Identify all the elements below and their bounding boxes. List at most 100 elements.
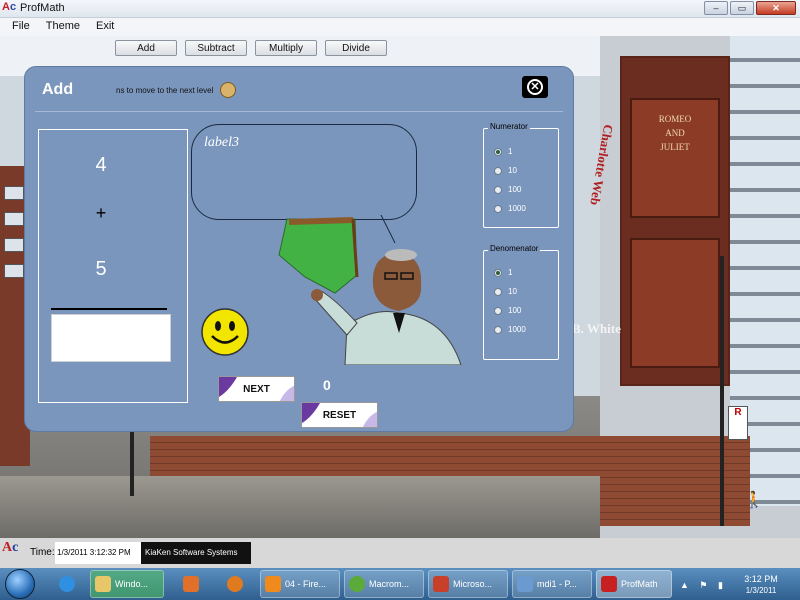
numerator-option[interactable]: 100: [494, 185, 521, 194]
next-label: NEXT: [243, 383, 270, 395]
bubble-label: label3: [204, 135, 239, 150]
option-label: 10: [508, 287, 517, 296]
status-logo-icon: Ac: [2, 540, 19, 555]
vlc-icon: [265, 576, 281, 592]
start-button[interactable]: [5, 569, 35, 599]
numerator-option[interactable]: 1: [494, 147, 512, 156]
powerpoint-icon: [433, 576, 449, 592]
denominator-group: Denomenator 1 10 100 1000: [483, 244, 559, 360]
answer-divider: [51, 308, 167, 310]
firefox-icon: [227, 576, 243, 592]
radio[interactable]: [494, 166, 502, 175]
radio-selected[interactable]: [494, 147, 502, 156]
task-label: ProfMath: [621, 579, 658, 589]
subtract-button[interactable]: Subtract: [185, 40, 247, 56]
task-label: Microso...: [453, 579, 493, 589]
math-panel: Add ns to move to the next level ✕ 4 + 5…: [24, 66, 574, 432]
minimize-button[interactable]: –: [704, 1, 728, 15]
pirate-icon: [220, 82, 236, 98]
radio[interactable]: [494, 287, 502, 296]
menu-exit[interactable]: Exit: [88, 18, 122, 36]
radio-selected[interactable]: [494, 268, 502, 277]
radio[interactable]: [494, 204, 502, 213]
clock-time[interactable]: 3:12 PM: [736, 574, 786, 584]
taskbar-item-microsoft[interactable]: Microso...: [428, 570, 508, 598]
add-button[interactable]: Add: [115, 40, 177, 56]
book-title-2: AND: [665, 128, 685, 138]
status-bar: Ac Time: 1/3/2011 3:12:32 PM KiaKen Soft…: [0, 538, 800, 568]
radio[interactable]: [494, 185, 502, 194]
first-number: 4: [95, 154, 107, 176]
denominator-option[interactable]: 10: [494, 287, 517, 296]
taskbar-item-profmath[interactable]: ProfMath: [596, 570, 672, 598]
menu-bar: File Theme Exit: [0, 18, 800, 36]
taskbar-item-firefox[interactable]: 04 - Fire...: [260, 570, 340, 598]
denominator-option[interactable]: 1000: [494, 325, 526, 334]
task-label: Windo...: [115, 579, 149, 589]
taskbar-firefox[interactable]: [216, 570, 254, 598]
clock-date[interactable]: 1/3/2011: [736, 586, 786, 595]
divide-button[interactable]: Divide: [325, 40, 387, 56]
option-label: 1: [508, 147, 513, 156]
radio[interactable]: [494, 325, 502, 334]
option-label: 100: [508, 185, 522, 194]
taskbar-item-paint[interactable]: mdi1 - P...: [512, 570, 592, 598]
level-hint: ns to move to the next level: [116, 86, 214, 95]
panel-title: Add: [42, 81, 74, 98]
taskbar-media[interactable]: [172, 570, 210, 598]
numerator-option[interactable]: 10: [494, 166, 517, 175]
street: [0, 476, 600, 538]
tray-icons[interactable]: ▲ ⚑ ▮: [680, 580, 727, 591]
lamp-post: [720, 256, 724, 526]
operation-toolbar: Add Subtract Multiply Divide: [115, 40, 387, 56]
profmath-icon: [601, 576, 617, 592]
reset-label: RESET: [322, 409, 357, 421]
no-parking-sign: R: [728, 406, 748, 440]
time-label: Time:: [30, 547, 55, 558]
title-bar: Ac ProfMath – ▭ ✕: [0, 0, 800, 18]
speech-bubble: label3: [191, 124, 417, 220]
divider: [35, 111, 563, 112]
close-circle-icon: ✕: [527, 79, 543, 95]
taskbar-item-windows[interactable]: Windo...: [90, 570, 164, 598]
operator-sign: +: [95, 203, 107, 223]
radio[interactable]: [494, 306, 502, 315]
second-number: 5: [95, 258, 107, 280]
app-logo-icon: Ac: [2, 1, 17, 13]
author-sign-text: B. White: [572, 321, 621, 336]
book-title-3: JULIET: [660, 142, 690, 152]
taskbar-item-macromedia[interactable]: Macrom...: [344, 570, 424, 598]
menu-theme[interactable]: Theme: [38, 18, 88, 36]
reset-button[interactable]: RESET: [301, 402, 378, 428]
problem-box: 4 + 5: [38, 129, 188, 403]
paint-icon: [517, 576, 533, 592]
denominator-option[interactable]: 100: [494, 306, 521, 315]
taskbar-ie[interactable]: [48, 570, 86, 598]
answer-input[interactable]: [51, 314, 171, 362]
company-name: KiaKen Software Systems: [141, 542, 251, 564]
person-icon: 🚶: [744, 492, 764, 509]
folder-icon: [95, 576, 111, 592]
option-label: 10: [508, 166, 517, 175]
option-label: 100: [508, 306, 522, 315]
system-tray: ▲ ⚑ ▮ 3:12 PM 1/3/2011: [676, 570, 800, 598]
smiley-icon: [201, 308, 249, 356]
taskbar: Windo... 04 - Fire... Macrom... Microso.…: [0, 568, 800, 600]
numerator-option[interactable]: 1000: [494, 204, 526, 213]
menu-file[interactable]: File: [4, 18, 38, 36]
multiply-button[interactable]: Multiply: [255, 40, 317, 56]
teacher-illustration: [278, 215, 462, 365]
task-label: mdi1 - P...: [537, 579, 577, 589]
window-controls: – ▭ ✕: [704, 1, 796, 15]
internet-explorer-icon: [59, 576, 75, 592]
close-button[interactable]: ✕: [756, 1, 796, 15]
dreamweaver-icon: [349, 576, 365, 592]
numerator-legend: Numerator: [488, 122, 530, 131]
panel-close-button[interactable]: ✕: [522, 76, 548, 98]
task-label: 04 - Fire...: [285, 579, 327, 589]
option-label: 1000: [508, 204, 526, 213]
media-player-icon: [183, 576, 199, 592]
next-button[interactable]: NEXT: [218, 376, 295, 402]
denominator-option[interactable]: 1: [494, 268, 512, 277]
maximize-button[interactable]: ▭: [730, 1, 754, 15]
